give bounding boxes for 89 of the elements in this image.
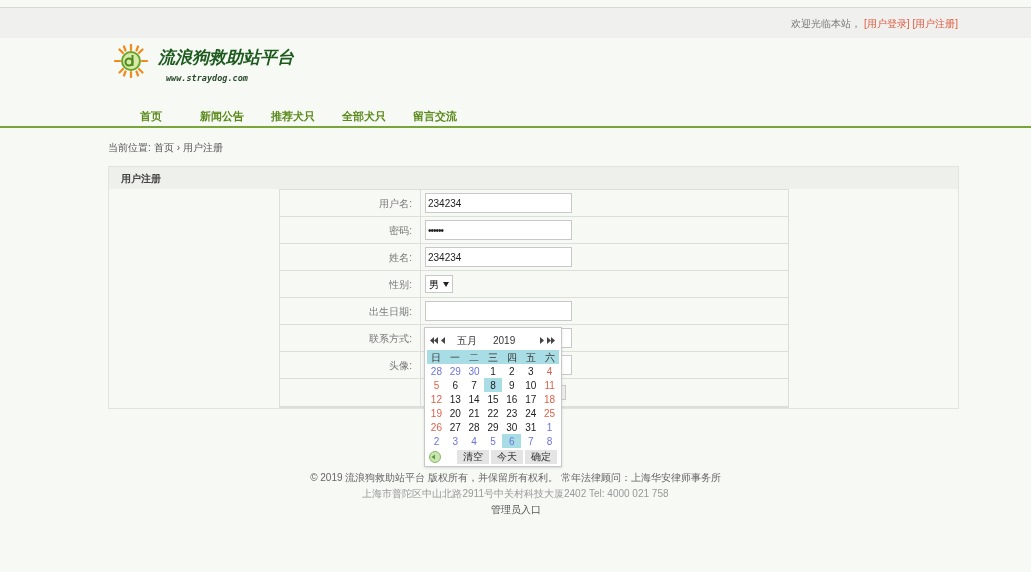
field-label: 姓名: [389, 250, 412, 265]
calendar-day[interactable]: 26 [427, 420, 446, 434]
calendar-day[interactable]: 17 [521, 392, 541, 406]
calendar-day[interactable]: 25 [540, 406, 559, 420]
calendar-day[interactable]: 7 [464, 378, 484, 392]
field-label: 联系方式: [369, 331, 412, 346]
calendar-day[interactable]: 5 [427, 378, 446, 392]
field-label: 出生日期: [369, 304, 412, 319]
calendar-day[interactable]: 2 [427, 434, 446, 448]
weekday-header: 三 [487, 351, 499, 365]
welcome-text: 欢迎光临本站， [790, 16, 861, 31]
calendar-day[interactable]: 28 [464, 420, 484, 434]
calendar-day[interactable]: 11 [540, 378, 559, 392]
input-field[interactable]: 234234 [425, 193, 572, 213]
calendar-day[interactable]: 22 [483, 406, 503, 420]
calendar-button[interactable]: 今天 [491, 449, 523, 464]
breadcrumb-current: 用户注册 [183, 140, 224, 155]
nav-link[interactable]: 全部犬只 [328, 107, 399, 124]
previous-year-icon[interactable] [430, 336, 438, 344]
weekday-header: 一 [449, 351, 462, 365]
calendar-day[interactable]: 18 [540, 392, 559, 406]
calendar-day[interactable]: 14 [464, 392, 484, 406]
field-label: 用户名: [379, 196, 412, 211]
previous-month-icon[interactable] [441, 336, 445, 344]
calendar-day[interactable]: 15 [483, 392, 503, 406]
weekday-header: 六 [543, 351, 556, 365]
calendar-month[interactable]: 五月 [457, 332, 477, 348]
nav-link[interactable]: 推荐犬只 [257, 107, 328, 124]
field-label: 性别: [389, 277, 412, 292]
calendar-day[interactable]: 16 [502, 392, 522, 406]
weekday-header: 日 [430, 351, 443, 365]
calendar-day[interactable]: 8 [483, 378, 503, 392]
calendar-day[interactable]: 21 [464, 406, 484, 420]
calendar-day[interactable]: 30 [464, 364, 484, 378]
weekday-header: 五 [524, 351, 537, 365]
calendar-day[interactable]: 6 [445, 378, 465, 392]
calendar-day[interactable]: 4 [540, 364, 559, 378]
breadcrumb-separator: › [176, 140, 181, 155]
site-name: 流浪狗救助站平台 [158, 47, 294, 69]
next-month-icon[interactable] [540, 336, 544, 344]
calendar-day[interactable]: 13 [445, 392, 465, 406]
next-year-icon[interactable] [547, 336, 555, 344]
input-field[interactable] [425, 301, 572, 321]
field-label: 密码: [389, 223, 412, 238]
gender-select[interactable]: 男 [425, 275, 453, 293]
input-field[interactable]: 234234 [425, 247, 572, 267]
calendar-day[interactable]: 5 [483, 434, 503, 448]
dropdown-caret-icon [443, 281, 449, 287]
calendar-button[interactable]: 清空 [457, 449, 489, 464]
calendar-year[interactable]: 2019 [493, 332, 516, 348]
admin-link[interactable]: 管理员入口 [490, 503, 541, 516]
address-text: 上海市普陀区中山北路2911号中关村科技大厦2402 Tel: 4000 021 758 [362, 487, 669, 500]
calendar-day[interactable]: 9 [502, 378, 522, 392]
breadcrumb-link[interactable]: 首页 [153, 139, 174, 155]
password-field[interactable]: •••••• [425, 220, 572, 240]
calendar-day[interactable]: 24 [521, 406, 541, 420]
calendar-day[interactable]: 4 [464, 434, 484, 448]
calendar-day[interactable]: 23 [502, 406, 522, 420]
breadcrumb-label: 当前位置: [108, 140, 151, 155]
panel-title: 用户注册 [121, 171, 161, 186]
calendar-day[interactable]: 30 [502, 420, 522, 434]
calendar-day[interactable]: 3 [445, 434, 465, 448]
calendar-day[interactable]: 3 [521, 364, 541, 378]
calendar-day[interactable]: 27 [445, 420, 465, 434]
calendar-day[interactable]: 31 [521, 420, 541, 434]
header-link[interactable]: [用户登录] [863, 15, 910, 31]
weekday-header: 二 [468, 351, 481, 365]
calendar-day[interactable]: 8 [540, 434, 559, 448]
site-url: www.straydog.com [165, 72, 249, 85]
calendar-day[interactable]: 10 [521, 378, 541, 392]
calendar-day[interactable]: 28 [427, 364, 446, 378]
field-label: 头像: [389, 358, 412, 373]
calendar-day[interactable]: 1 [483, 364, 503, 378]
calendar-day[interactable]: 7 [521, 434, 541, 448]
nav-link[interactable]: 留言交流 [399, 107, 470, 124]
calendar-day[interactable]: 2 [502, 364, 522, 378]
calendar-day[interactable]: 29 [483, 420, 503, 434]
calendar-day[interactable]: 1 [540, 420, 559, 434]
calendar-button[interactable]: 确定 [525, 449, 557, 464]
nav-link[interactable]: 首页 [115, 107, 186, 124]
calendar-day[interactable]: 12 [427, 392, 446, 406]
copyright-text: © 2019 流浪狗救助站平台 版权所有，并保留所有权利。 常年法律顾问：上海华安律师事务所 [310, 471, 721, 484]
calendar-day[interactable]: 20 [445, 406, 465, 420]
calendar-day[interactable]: 19 [427, 406, 446, 420]
calendar-day[interactable]: 29 [445, 364, 465, 378]
header-link[interactable]: [用户注册] [912, 15, 958, 31]
nav-link[interactable]: 新闻公告 [186, 107, 257, 124]
sun-logo-icon [114, 44, 148, 78]
weekday-header: 四 [505, 351, 518, 365]
